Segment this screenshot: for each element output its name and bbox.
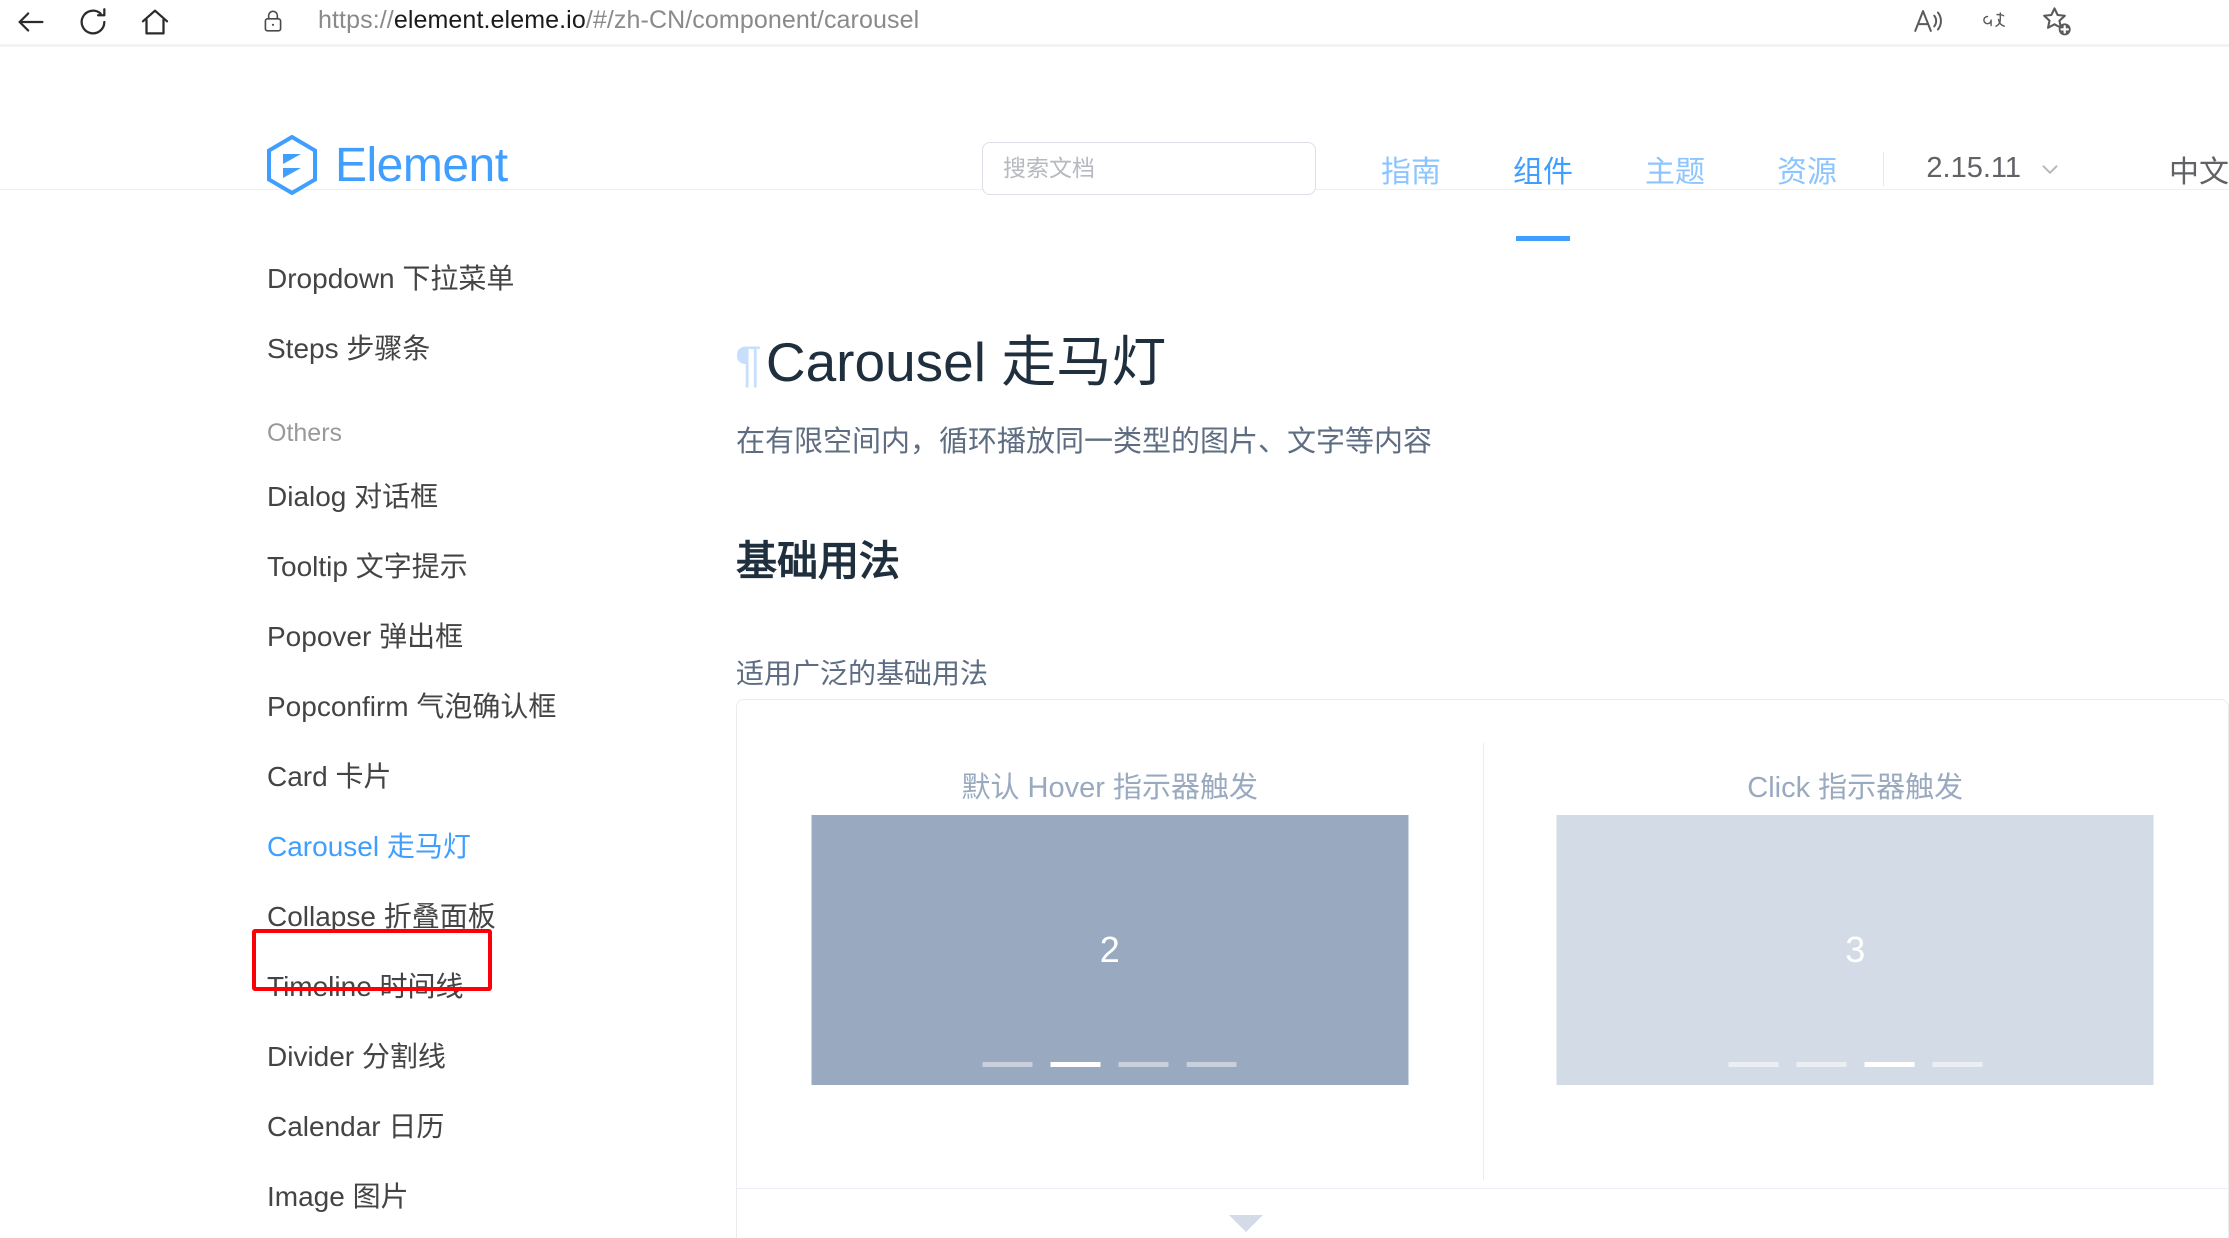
read-aloud-icon[interactable] — [1896, 0, 1960, 41]
carousel-indicator[interactable] — [1119, 1062, 1169, 1067]
carousel-indicator[interactable] — [1864, 1062, 1914, 1067]
logo-text: Element — [335, 138, 508, 193]
language-switch[interactable]: 中文 — [2169, 147, 2229, 191]
carousel-hover[interactable]: 2 — [811, 815, 1408, 1085]
site-header: Element 指南 组件 主题 资源 2.15.11 中文 — [0, 47, 2229, 190]
browser-toolbar: https://element.eleme.io/#/zh-CN/compone… — [0, 0, 2229, 44]
sidebar-item-backtop[interactable]: Backtop 回到顶部 — [265, 1230, 735, 1238]
nav-item-components[interactable]: 组件 — [1477, 142, 1609, 195]
sidebar-item-divider[interactable]: Divider 分割线 — [265, 1020, 735, 1090]
sidebar-item-dropdown[interactable]: Dropdown 下拉菜单 — [265, 242, 735, 312]
sidebar-item-timeline[interactable]: Timeline 时间线 — [265, 950, 735, 1020]
browser-actions — [1896, 0, 2088, 41]
carousel-indicators — [983, 1062, 1237, 1067]
carousel-indicator[interactable] — [1728, 1062, 1778, 1067]
section-description: 适用广泛的基础用法 — [736, 652, 988, 692]
sidebar-item-steps[interactable]: Steps 步骤条 — [265, 312, 735, 382]
page-title: ¶ Carousel 走马灯 — [735, 317, 1166, 397]
search-box[interactable] — [982, 142, 1316, 195]
element-logo-icon — [265, 135, 319, 195]
demo-row: 默认 Hover 指示器触发 2 Click 指示器触发 — [737, 700, 2228, 1190]
sidebar-item-card[interactable]: Card 卡片 — [265, 740, 735, 810]
sidebar-item-collapse[interactable]: Collapse 折叠面板 — [265, 880, 735, 950]
home-button[interactable] — [124, 0, 186, 44]
carousel-indicator[interactable] — [1796, 1062, 1846, 1067]
anchor-link-icon[interactable]: ¶ — [735, 335, 762, 393]
sidebar-item-tooltip[interactable]: Tooltip 文字提示 — [265, 530, 735, 600]
header-right: 2.15.11 中文 — [1883, 142, 2229, 195]
sidebar-item-dialog[interactable]: Dialog 对话框 — [265, 460, 735, 530]
nav-item-resource[interactable]: 资源 — [1741, 142, 1873, 195]
chevron-down-icon[interactable] — [1229, 1215, 1263, 1232]
demo-block: 默认 Hover 指示器触发 2 Click 指示器触发 — [736, 699, 2229, 1238]
reload-button[interactable] — [62, 0, 124, 44]
sidebar: Dropdown 下拉菜单 Steps 步骤条 Others Dialog 对话… — [265, 190, 735, 1238]
carousel-indicator[interactable] — [1051, 1062, 1101, 1067]
carousel-indicator[interactable] — [1187, 1062, 1237, 1067]
carousel-title-hover: 默认 Hover 指示器触发 — [737, 764, 1483, 806]
nav-item-theme[interactable]: 主题 — [1609, 142, 1741, 195]
carousel-indicator[interactable] — [1932, 1062, 1982, 1067]
main-nav: 指南 组件 主题 资源 — [1345, 142, 1873, 195]
carousel-indicator[interactable] — [983, 1062, 1033, 1067]
sidebar-group-others: Others — [265, 382, 735, 460]
carousel-slide-label: 3 — [1845, 929, 1865, 971]
sidebar-item-image[interactable]: Image 图片 — [265, 1160, 735, 1230]
page-description: 在有限空间内，循环播放同一类型的图片、文字等内容 — [736, 418, 1432, 460]
chevron-down-icon — [2037, 156, 2063, 182]
sidebar-item-popconfirm[interactable]: Popconfirm 气泡确认框 — [265, 670, 735, 740]
address-bar[interactable]: https://element.eleme.io/#/zh-CN/compone… — [238, 0, 2088, 41]
demo-column-click: Click 指示器触发 3 — [1483, 700, 2229, 1190]
section-title: 基础用法 — [736, 527, 900, 587]
sidebar-item-popover[interactable]: Popover 弹出框 — [265, 600, 735, 670]
demo-footer — [737, 1188, 2228, 1238]
version-label: 2.15.11 — [1926, 152, 2021, 185]
add-favorite-icon[interactable] — [2024, 0, 2088, 41]
carousel-click[interactable]: 3 — [1557, 815, 2154, 1085]
carousel-title-click: Click 指示器触发 — [1483, 764, 2229, 806]
nav-item-guide[interactable]: 指南 — [1345, 142, 1477, 195]
back-button[interactable] — [0, 0, 62, 44]
version-select[interactable]: 2.15.11 — [1926, 152, 2063, 185]
url-text: https://element.eleme.io/#/zh-CN/compone… — [318, 6, 919, 35]
site-logo[interactable]: Element — [265, 135, 508, 195]
sidebar-item-calendar[interactable]: Calendar 日历 — [265, 1090, 735, 1160]
translate-icon[interactable] — [1960, 0, 2024, 41]
lock-icon — [260, 8, 286, 34]
search-input[interactable] — [983, 155, 1315, 182]
sidebar-item-carousel[interactable]: Carousel 走马灯 — [265, 810, 735, 880]
carousel-slide-label: 2 — [1100, 929, 1120, 971]
page-title-text: Carousel 走马灯 — [766, 317, 1166, 397]
demo-column-hover: 默认 Hover 指示器触发 2 — [737, 700, 1483, 1190]
carousel-indicators — [1728, 1062, 1982, 1067]
header-divider — [1883, 152, 1884, 186]
page-viewport: Element 指南 组件 主题 资源 2.15.11 中文 — [0, 47, 2229, 1238]
